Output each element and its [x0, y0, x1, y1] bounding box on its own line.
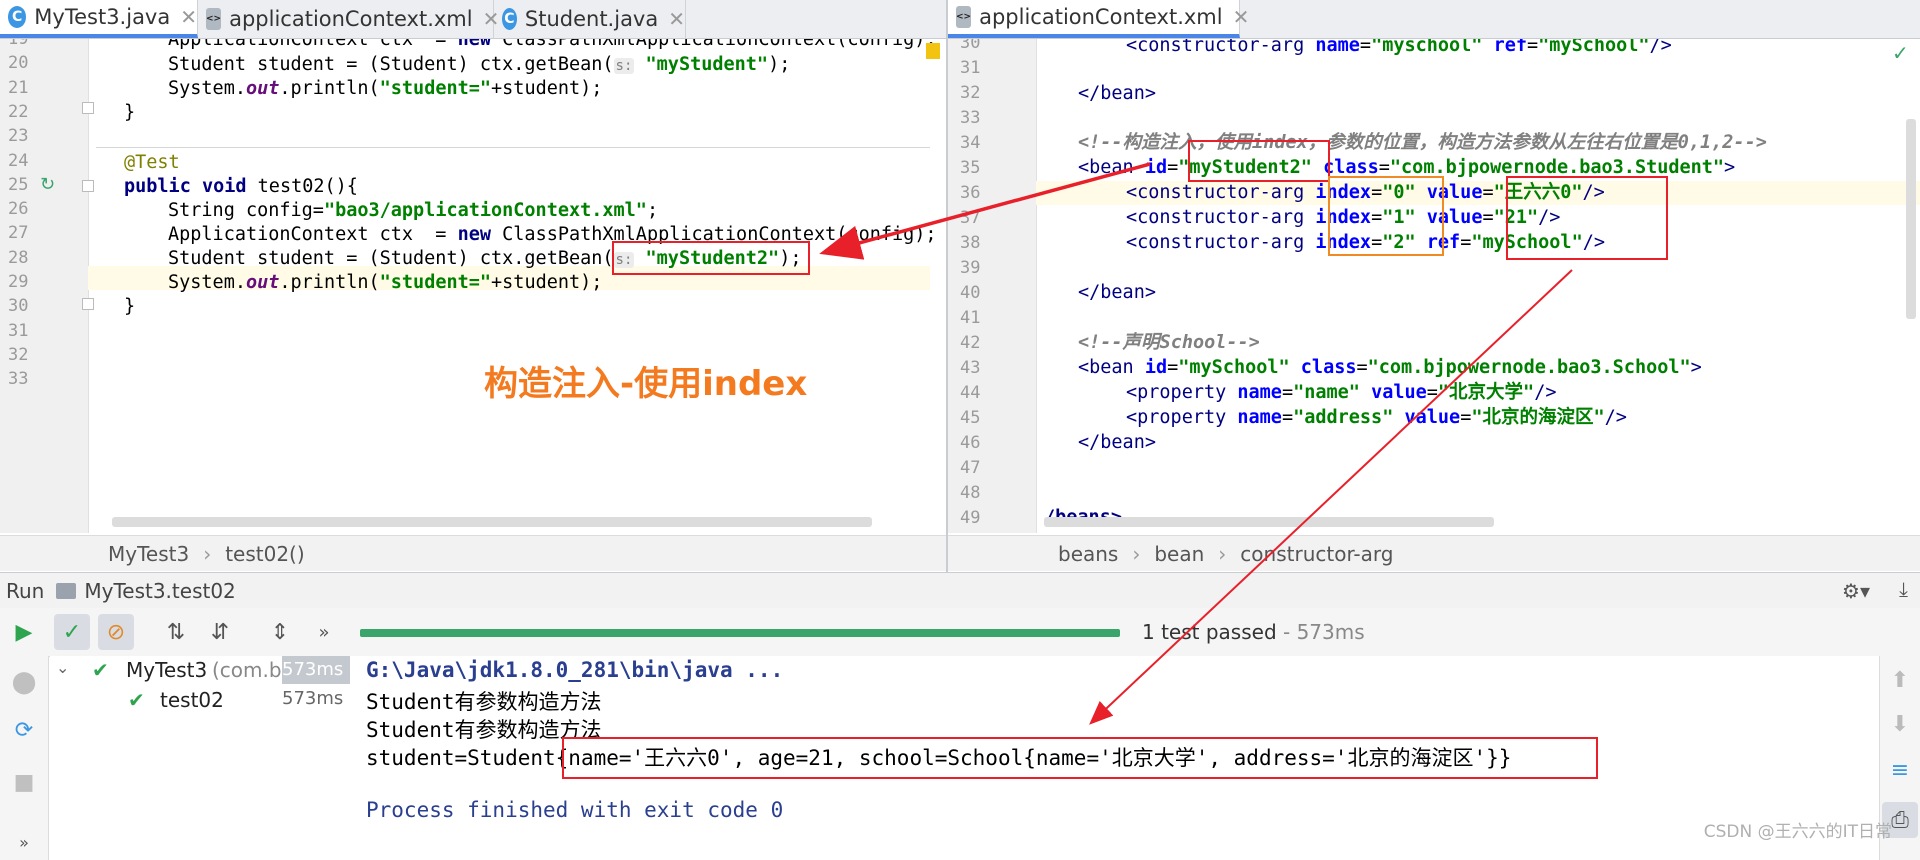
arrow-bean-to-getbean — [819, 162, 1151, 260]
annotation-arrows — [819, 162, 1573, 725]
caption-title: 构造注入-使用index — [484, 364, 808, 404]
arrow-values-to-console — [1089, 269, 1573, 725]
watermark: CSDN @王六六的IT日常 — [1703, 822, 1892, 842]
